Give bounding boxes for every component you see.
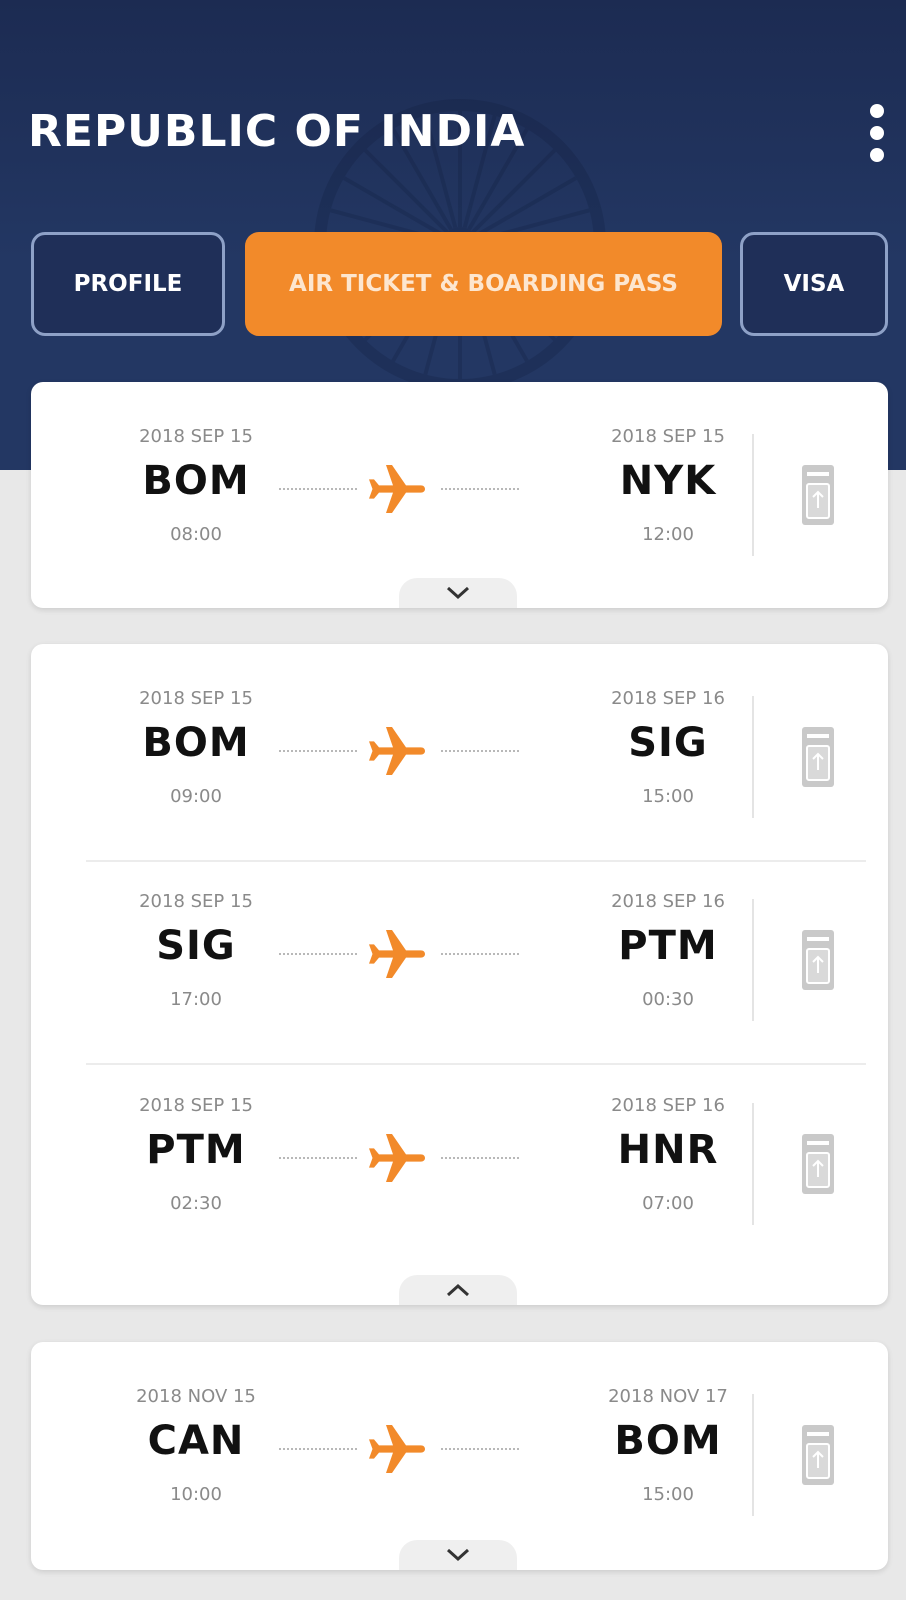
airplane-icon <box>365 457 429 521</box>
departure-date: 2018 NOV 15 <box>136 1386 256 1407</box>
departure-date: 2018 SEP 15 <box>139 1095 253 1116</box>
arrival-time: 07:00 <box>642 1193 694 1214</box>
arrival-time: 15:00 <box>642 1484 694 1505</box>
collapse-toggle[interactable] <box>399 1275 517 1305</box>
ticket-card[interactable]: 2018 SEP 15 BOM 09:00 2018 SEP 16 SIG 15:00 2… <box>31 644 888 1305</box>
arrival-airport-code: PTM <box>618 923 718 969</box>
route-dots <box>279 1448 357 1450</box>
row-divider <box>86 1063 866 1065</box>
departure-time: 02:30 <box>170 1193 222 1214</box>
arrival-date: 2018 NOV 17 <box>608 1386 728 1407</box>
boarding-pass-icon[interactable] <box>801 929 835 991</box>
arrival-airport-code: BOM <box>614 1418 722 1464</box>
departure-time: 10:00 <box>170 1484 222 1505</box>
airplane-icon <box>365 922 429 986</box>
expand-toggle[interactable] <box>399 578 517 608</box>
tab-label: AIR TICKET & BOARDING PASS <box>289 271 678 297</box>
chevron-down-icon <box>446 586 470 600</box>
departure-time: 08:00 <box>170 524 222 545</box>
route-dots <box>441 750 519 752</box>
more-options-button[interactable] <box>852 98 902 168</box>
arrival-date: 2018 SEP 16 <box>611 1095 725 1116</box>
boarding-pass-icon[interactable] <box>801 464 835 526</box>
chevron-up-icon <box>446 1283 470 1297</box>
more-vertical-icon <box>870 104 884 118</box>
route-dots <box>441 1157 519 1159</box>
flight-row[interactable]: 2018 SEP 15 SIG 17:00 2018 SEP 16 PTM 00:30 <box>31 867 888 1047</box>
arrival-airport-code: HNR <box>617 1127 719 1173</box>
boarding-pass-icon[interactable] <box>801 726 835 788</box>
page-title: REPUBLIC OF INDIA <box>28 106 526 157</box>
route-dots <box>279 1157 357 1159</box>
arrival-airport-code: NYK <box>619 458 717 504</box>
arrival-airport-code: SIG <box>628 720 708 766</box>
airplane-icon <box>365 1126 429 1190</box>
route-dots <box>441 953 519 955</box>
departure-date: 2018 SEP 15 <box>139 426 253 447</box>
tab-label: PROFILE <box>73 271 183 297</box>
flight-row[interactable]: 2018 SEP 15 BOM 08:00 2018 SEP 15 NYK 12:00 <box>31 402 888 582</box>
tab-air-ticket-boarding-pass[interactable]: AIR TICKET & BOARDING PASS <box>245 232 722 336</box>
divider <box>752 1394 754 1516</box>
arrival-date: 2018 SEP 16 <box>611 688 725 709</box>
divider <box>752 696 754 818</box>
departure-airport-code: BOM <box>142 458 250 504</box>
ticket-card[interactable]: 2018 NOV 15 CAN 10:00 2018 NOV 17 BOM 15:00 <box>31 1342 888 1570</box>
departure-date: 2018 SEP 15 <box>139 891 253 912</box>
flight-row[interactable]: 2018 NOV 15 CAN 10:00 2018 NOV 17 BOM 15:00 <box>31 1362 888 1542</box>
boarding-pass-icon[interactable] <box>801 1133 835 1195</box>
tab-visa[interactable]: VISA <box>740 232 888 336</box>
route-dots <box>279 488 357 490</box>
arrival-time: 00:30 <box>642 989 694 1010</box>
flight-row[interactable]: 2018 SEP 15 PTM 02:30 2018 SEP 16 HNR 07:00 <box>31 1071 888 1251</box>
flight-row[interactable]: 2018 SEP 15 BOM 09:00 2018 SEP 16 SIG 15:00 <box>31 664 888 844</box>
tab-label: VISA <box>783 271 845 297</box>
departure-date: 2018 SEP 15 <box>139 688 253 709</box>
route-dots <box>441 1448 519 1450</box>
departure-time: 17:00 <box>170 989 222 1010</box>
airplane-icon <box>365 1417 429 1481</box>
airplane-icon <box>365 719 429 783</box>
arrival-time: 15:00 <box>642 786 694 807</box>
departure-airport-code: SIG <box>156 923 236 969</box>
route-dots <box>279 750 357 752</box>
expand-toggle[interactable] <box>399 1540 517 1570</box>
tab-profile[interactable]: PROFILE <box>31 232 225 336</box>
departure-airport-code: BOM <box>142 720 250 766</box>
divider <box>752 1103 754 1225</box>
departure-airport-code: CAN <box>147 1418 245 1464</box>
row-divider <box>86 860 866 862</box>
arrival-date: 2018 SEP 16 <box>611 891 725 912</box>
route-dots <box>279 953 357 955</box>
arrival-date: 2018 SEP 15 <box>611 426 725 447</box>
arrival-time: 12:00 <box>642 524 694 545</box>
departure-airport-code: PTM <box>146 1127 246 1173</box>
divider <box>752 434 754 556</box>
ticket-card[interactable]: 2018 SEP 15 BOM 08:00 2018 SEP 15 NYK 12:00 <box>31 382 888 608</box>
departure-time: 09:00 <box>170 786 222 807</box>
chevron-down-icon <box>446 1548 470 1562</box>
route-dots <box>441 488 519 490</box>
boarding-pass-icon[interactable] <box>801 1424 835 1486</box>
divider <box>752 899 754 1021</box>
